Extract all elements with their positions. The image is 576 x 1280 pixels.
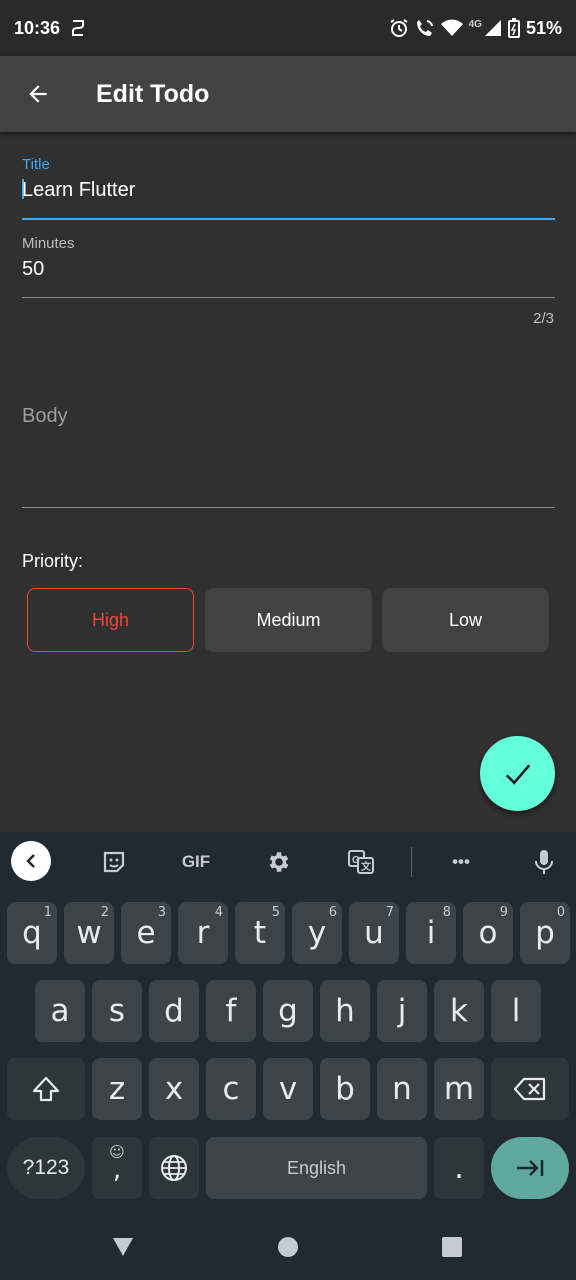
minutes-label: Minutes [22, 235, 75, 252]
svg-text:文: 文 [361, 860, 372, 873]
key-y[interactable]: y6 [292, 902, 342, 964]
title-value: Learn Flutter [22, 179, 136, 201]
key-g[interactable]: g [263, 980, 313, 1042]
shift-key[interactable] [7, 1058, 85, 1120]
save-fab-button[interactable] [480, 736, 555, 811]
priority-low-button[interactable]: Low [382, 588, 549, 652]
circle-home-icon [278, 1237, 298, 1257]
key-j[interactable]: j [377, 980, 427, 1042]
voice-input-button[interactable] [524, 842, 564, 882]
status-time: 10:36 [14, 17, 61, 38]
translate-button[interactable]: G文 [341, 842, 381, 882]
title-input[interactable]: Learn Flutter [22, 179, 555, 202]
space-key[interactable]: English [206, 1137, 427, 1199]
notification-icon [70, 19, 86, 37]
period-key[interactable]: . [434, 1137, 484, 1199]
backspace-icon [513, 1077, 546, 1101]
key-s[interactable]: s [92, 980, 142, 1042]
settings-button[interactable] [259, 842, 299, 882]
key-h[interactable]: h [320, 980, 370, 1042]
toolbar-divider [411, 847, 412, 877]
square-recents-icon [442, 1237, 462, 1257]
body-underline [22, 507, 555, 508]
app-bar: Edit Todo [0, 56, 576, 132]
title-underline [22, 218, 555, 220]
gear-icon [269, 852, 289, 872]
signal-icon [484, 19, 502, 37]
key-f[interactable]: f [206, 980, 256, 1042]
wifi-icon [440, 19, 463, 37]
backspace-key[interactable] [491, 1058, 569, 1120]
gif-button[interactable]: GIF [176, 842, 216, 882]
key-e[interactable]: e3 [121, 902, 171, 964]
globe-icon [161, 1155, 187, 1181]
battery-icon [507, 18, 520, 38]
minutes-input[interactable]: 50 [22, 258, 555, 281]
key-c[interactable]: c [206, 1058, 256, 1120]
back-arrow-icon [29, 85, 47, 103]
comma-label: , [112, 1155, 122, 1185]
svg-text:G: G [352, 855, 360, 866]
priority-medium-button[interactable]: Medium [205, 588, 372, 652]
key-q[interactable]: q1 [7, 902, 57, 964]
status-bar: 10:36 4G 51% [0, 0, 576, 56]
collapse-button[interactable] [11, 841, 51, 881]
key-l[interactable]: l [491, 980, 541, 1042]
title-field[interactable]: Title Learn Flutter [22, 156, 555, 222]
key-n[interactable]: n [377, 1058, 427, 1120]
priority-label: Priority: [22, 551, 84, 571]
shift-icon [32, 1076, 60, 1102]
key-b[interactable]: b [320, 1058, 370, 1120]
key-r[interactable]: r4 [178, 902, 228, 964]
tab-next-icon [517, 1160, 544, 1176]
key-i[interactable]: i8 [406, 902, 456, 964]
key-k[interactable]: k [434, 980, 484, 1042]
key-u[interactable]: u7 [349, 902, 399, 964]
key-v[interactable]: v [263, 1058, 313, 1120]
network-type: 4G [468, 18, 482, 30]
body-input[interactable]: Body [22, 405, 68, 428]
mic-icon [535, 850, 553, 874]
sticker-button[interactable] [94, 842, 134, 882]
chevron-left-icon [26, 854, 35, 868]
back-button[interactable] [0, 56, 76, 132]
keyboard-toolbar: GIF G文 ••• [0, 832, 576, 892]
sticker-icon [103, 851, 125, 873]
priority-high-button[interactable]: High [27, 588, 194, 652]
key-t[interactable]: t5 [235, 902, 285, 964]
key-w[interactable]: w2 [64, 902, 114, 964]
key-o[interactable]: o9 [463, 902, 513, 964]
page-title: Edit Todo [96, 79, 210, 108]
minutes-field[interactable]: Minutes 50 [22, 235, 555, 301]
translate-icon: G文 [348, 850, 374, 874]
key-d[interactable]: d [149, 980, 199, 1042]
system-nav-bar [0, 1212, 576, 1280]
key-x[interactable]: x [149, 1058, 199, 1120]
triangle-back-icon [113, 1238, 133, 1256]
minutes-underline [22, 297, 555, 298]
battery-percent: 51% [525, 17, 562, 38]
title-label: Title [22, 156, 50, 173]
nav-home-button[interactable] [273, 1232, 303, 1262]
more-button[interactable]: ••• [441, 842, 481, 882]
comma-key[interactable]: ☺ , [92, 1137, 142, 1199]
language-key[interactable] [149, 1137, 199, 1199]
symbols-key[interactable]: ?123 [7, 1137, 85, 1199]
nav-recents-button[interactable] [437, 1232, 467, 1262]
wifi-call-icon [415, 18, 435, 38]
enter-next-key[interactable] [491, 1137, 569, 1199]
alarm-icon [389, 18, 409, 38]
nav-back-button[interactable] [108, 1232, 138, 1262]
check-icon [505, 763, 530, 785]
key-z[interactable]: z [92, 1058, 142, 1120]
key-m[interactable]: m [434, 1058, 484, 1120]
key-a[interactable]: a [35, 980, 85, 1042]
key-p[interactable]: p0 [520, 902, 570, 964]
minutes-counter: 2/3 [533, 310, 554, 327]
